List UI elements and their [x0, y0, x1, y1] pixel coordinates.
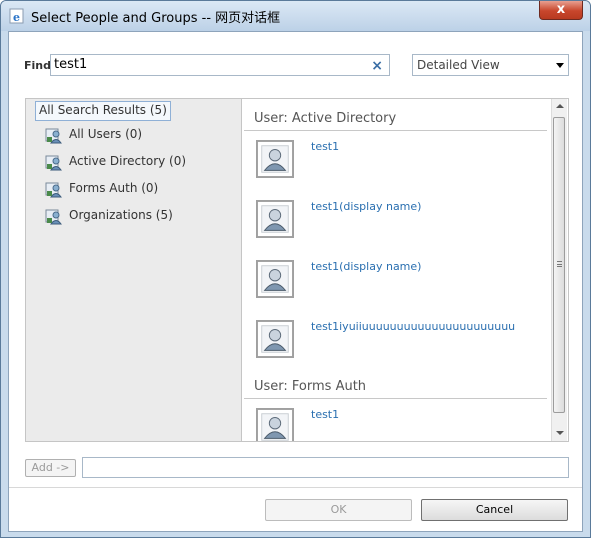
user-avatar-icon	[256, 320, 294, 358]
add-button[interactable]: Add ->	[25, 459, 76, 477]
find-label: Find	[24, 59, 51, 72]
result-row[interactable]: test1(display name)	[256, 260, 546, 304]
user-avatar-icon	[256, 200, 294, 238]
result-name-link[interactable]: test1(display name)	[311, 200, 421, 213]
close-button[interactable]: x	[539, 1, 583, 20]
view-select-value: Detailed View	[417, 58, 500, 72]
grip-line	[557, 264, 562, 265]
user-avatar-icon	[256, 408, 294, 441]
view-select[interactable]: Detailed View	[412, 54, 569, 76]
users-group-icon	[45, 128, 62, 144]
result-name-link[interactable]: test1iyuiiuuuuuuuuuuuuuuuuuuuuuu	[311, 320, 515, 333]
section-header-label: User: Active Directory	[254, 111, 397, 126]
section-header-forms-auth: User: Forms Auth	[244, 376, 547, 399]
footer-divider	[9, 487, 582, 488]
section-header-active-directory: User: Active Directory	[244, 108, 547, 131]
scrollbar-thumb[interactable]	[553, 117, 565, 413]
clear-search-icon[interactable]: ×	[371, 57, 383, 75]
tree-item-label: Forms Auth (0)	[69, 181, 159, 195]
results-scrollbar[interactable]	[551, 99, 567, 441]
scroll-down-arrow-icon[interactable]	[556, 431, 564, 435]
svg-text:e: e	[13, 11, 20, 24]
ie-page-icon: e	[9, 8, 24, 24]
result-name-link[interactable]: test1(display name)	[311, 260, 421, 273]
window-title: Select People and Groups -- 网页对话框	[31, 11, 281, 26]
users-group-icon	[45, 209, 62, 225]
result-row[interactable]: test1iyuiiuuuuuuuuuuuuuuuuuuuuuu	[256, 320, 546, 364]
tree-item-label: Organizations (5)	[69, 208, 173, 222]
result-row[interactable]: test1	[256, 140, 546, 184]
result-name-link[interactable]: test1	[311, 408, 339, 421]
chevron-down-icon	[556, 63, 564, 68]
tree-item-label: Active Directory (0)	[69, 154, 187, 168]
dialog-content: Find test1 × Detailed View All Search Re…	[8, 31, 583, 532]
section-header-label: User: Forms Auth	[254, 379, 367, 394]
ok-button[interactable]: OK	[265, 499, 412, 521]
user-avatar-icon	[256, 260, 294, 298]
cancel-button[interactable]: Cancel	[421, 499, 568, 521]
results-pane: User: Active Directory test1 test1(displ…	[242, 98, 569, 442]
users-group-icon	[45, 182, 62, 198]
tree-root-all-results[interactable]: All Search Results (5)	[35, 101, 171, 121]
dialog-window: e Select People and Groups -- 网页对话框 x Fi…	[0, 0, 591, 538]
close-icon: x	[556, 2, 566, 17]
title-bar: e Select People and Groups -- 网页对话框 x	[1, 1, 590, 31]
user-avatar-icon	[256, 140, 294, 178]
find-input-value: test1	[54, 57, 88, 72]
result-row[interactable]: test1(display name)	[256, 200, 546, 244]
result-name-link[interactable]: test1	[311, 140, 339, 153]
users-group-icon	[45, 155, 62, 171]
result-tree-pane: All Search Results (5) All Users (0) Act…	[25, 98, 242, 442]
selected-people-input[interactable]	[82, 457, 569, 478]
find-input[interactable]: test1 ×	[50, 54, 390, 76]
result-row[interactable]: test1	[256, 408, 546, 441]
scroll-up-arrow-icon[interactable]	[556, 104, 564, 108]
tree-item-label: All Users (0)	[69, 127, 143, 141]
